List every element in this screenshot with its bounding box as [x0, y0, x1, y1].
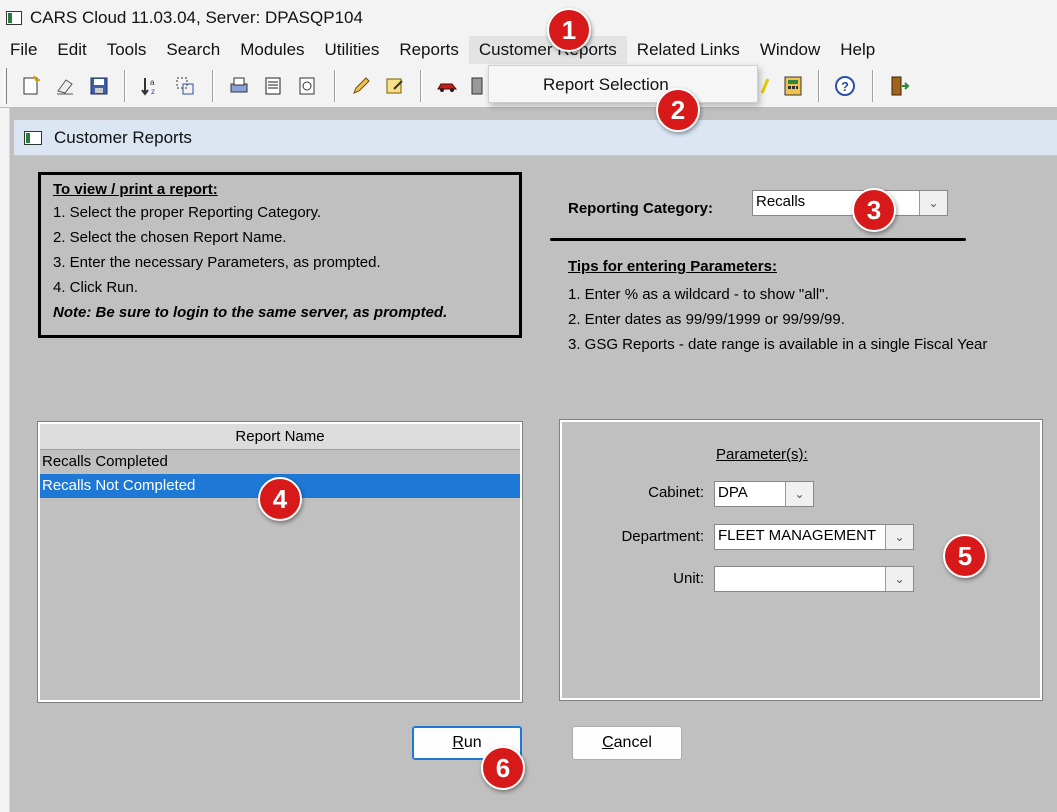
- toolbar-separator: [818, 70, 820, 102]
- menu-help[interactable]: Help: [830, 36, 885, 64]
- reporting-category-value: Recalls: [756, 193, 806, 210]
- mdi-background: [0, 108, 10, 812]
- customer-reports-dropdown: Report Selection: [488, 65, 758, 103]
- child-window-title: Customer Reports: [54, 127, 192, 147]
- menubar: File Edit Tools Search Modules Utilities…: [0, 36, 1057, 64]
- parameters-title: Parameter(s):: [716, 446, 808, 463]
- unit-label: Unit:: [673, 570, 704, 587]
- department-value: FLEET MANAGEMENT: [718, 527, 877, 544]
- help-icon[interactable]: ?: [832, 73, 858, 99]
- chevron-down-icon[interactable]: ⌄: [885, 567, 913, 591]
- reporting-category-select[interactable]: Recalls ⌄: [752, 190, 948, 216]
- cabinet-select[interactable]: DPA ⌄: [714, 481, 814, 507]
- menu-utilities[interactable]: Utilities: [315, 36, 390, 64]
- sort-az-icon[interactable]: az: [138, 73, 164, 99]
- annotation-badge-1: 1: [547, 8, 591, 52]
- menu-tools[interactable]: Tools: [97, 36, 157, 64]
- app-titlebar: CARS Cloud 11.03.04, Server: DPASQP104: [0, 0, 1057, 36]
- cancel-button-label: ancel: [613, 734, 652, 751]
- calculator-icon[interactable]: [780, 73, 806, 99]
- toolbar-separator: [872, 70, 874, 102]
- instruction-step: 2. Select the chosen Report Name.: [53, 229, 287, 246]
- car-icon[interactable]: [434, 73, 460, 99]
- app-window-icon: [6, 11, 22, 25]
- instructions-note: Note: Be sure to login to the same serve…: [53, 304, 448, 321]
- instructions-box: To view / print a report: 1. Select the …: [38, 172, 522, 338]
- tip-item: 3. GSG Reports - date range is available…: [568, 336, 988, 353]
- chevron-down-icon[interactable]: ⌄: [785, 482, 813, 506]
- toolbar-separator: [420, 70, 422, 102]
- instructions-title: To view / print a report:: [53, 181, 218, 198]
- tip-item: 2. Enter dates as 99/99/1999 or 99/99/99…: [568, 311, 845, 328]
- annotation-badge-2: 2: [656, 88, 700, 132]
- toolbar-separator: [212, 70, 214, 102]
- menu-related-links[interactable]: Related Links: [627, 36, 750, 64]
- new-document-icon[interactable]: [18, 73, 44, 99]
- run-button-label: un: [463, 734, 482, 751]
- eraser-icon[interactable]: [52, 73, 78, 99]
- menu-modules[interactable]: Modules: [230, 36, 314, 64]
- toolbar-separator: [334, 70, 336, 102]
- chevron-down-icon[interactable]: ⌄: [919, 191, 947, 215]
- run-button-mnemonic: R: [452, 734, 464, 751]
- instruction-step: 3. Enter the necessary Parameters, as pr…: [53, 254, 381, 271]
- menu-edit[interactable]: Edit: [47, 36, 96, 64]
- unit-select[interactable]: ⌄: [714, 566, 914, 592]
- child-window-titlebar: Customer Reports: [14, 120, 1057, 156]
- report-name-list[interactable]: Report Name Recalls Completed Recalls No…: [37, 421, 523, 703]
- svg-text:?: ?: [841, 79, 849, 94]
- print-icon[interactable]: [226, 73, 252, 99]
- cabinet-value: DPA: [718, 484, 748, 501]
- tips-title: Tips for entering Parameters:: [568, 258, 777, 275]
- pencil-icon[interactable]: [348, 73, 374, 99]
- department-select[interactable]: FLEET MANAGEMENT ⌄: [714, 524, 914, 550]
- list-item[interactable]: Recalls Completed: [40, 450, 520, 474]
- child-window-icon: [24, 130, 42, 145]
- annotation-badge-5: 5: [943, 534, 987, 578]
- toolbar-separator: [124, 70, 126, 102]
- department-label: Department:: [621, 528, 704, 545]
- customer-reports-form: To view / print a report: 1. Select the …: [14, 156, 1057, 812]
- app-title: CARS Cloud 11.03.04, Server: DPASQP104: [30, 8, 363, 27]
- annotation-badge-6: 6: [481, 746, 525, 790]
- instruction-step: 1. Select the proper Reporting Category.: [53, 204, 322, 221]
- save-icon[interactable]: [86, 73, 112, 99]
- find-icon[interactable]: [172, 73, 198, 99]
- toolbar-grip: [4, 68, 7, 104]
- report-icon[interactable]: [260, 73, 286, 99]
- svg-text:a: a: [150, 78, 155, 87]
- instruction-step: 4. Click Run.: [53, 279, 139, 296]
- cabinet-label: Cabinet:: [648, 484, 704, 501]
- menu-search[interactable]: Search: [156, 36, 230, 64]
- menu-file[interactable]: File: [0, 36, 47, 64]
- chevron-down-icon[interactable]: ⌄: [885, 525, 913, 549]
- menu-window[interactable]: Window: [750, 36, 830, 64]
- menu-item-report-selection[interactable]: Report Selection: [543, 75, 669, 95]
- reporting-category-label: Reporting Category:: [568, 200, 714, 217]
- cancel-button[interactable]: Cancel: [572, 726, 682, 760]
- exit-door-icon[interactable]: [886, 73, 912, 99]
- report-name-header: Report Name: [40, 424, 520, 450]
- annotation-badge-4: 4: [258, 477, 302, 521]
- divider: [550, 238, 966, 241]
- menu-reports[interactable]: Reports: [389, 36, 469, 64]
- edit-note-icon[interactable]: [382, 73, 408, 99]
- cancel-button-mnemonic: C: [602, 734, 614, 751]
- tip-item: 1. Enter % as a wildcard - to show "all"…: [568, 286, 829, 303]
- annotation-badge-3: 3: [852, 188, 896, 232]
- preview-icon[interactable]: [294, 73, 320, 99]
- menu-customer-reports[interactable]: Customer Reports: [468, 36, 627, 64]
- cabinet-icon[interactable]: [464, 73, 490, 99]
- svg-text:z: z: [151, 87, 155, 96]
